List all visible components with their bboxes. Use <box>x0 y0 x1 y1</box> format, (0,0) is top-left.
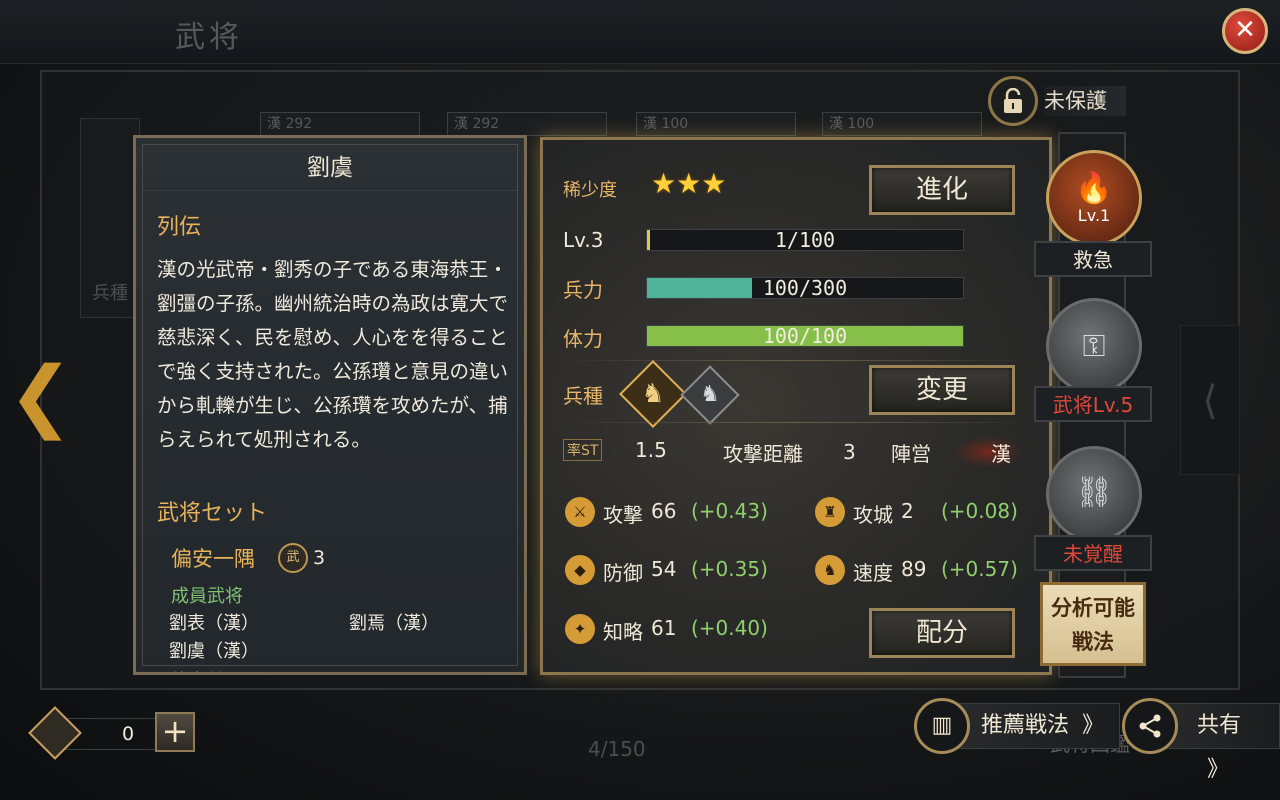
member-item: 劉虞（漢） <box>169 641 259 662</box>
star-icon: ★ <box>676 167 702 200</box>
troops-label: 兵力 <box>563 278 603 302</box>
sword-icon: ⚔ <box>565 497 595 527</box>
troops-bar: 100/300 <box>646 277 964 299</box>
attack-bonus: (+0.43) <box>691 499 768 523</box>
tactic-slot-1-label: 救急 <box>1034 241 1152 277</box>
chevron-right-icon: 》 <box>1082 713 1105 738</box>
stamina-bar-text: 100/100 <box>762 324 848 348</box>
set-heading: 武将セット <box>157 501 268 526</box>
shield-icon: ◆ <box>565 555 595 585</box>
page-count: 4/150 <box>588 737 646 761</box>
prev-arrow-icon[interactable]: ❮ <box>8 357 73 436</box>
rarity-label: 稀少度 <box>563 180 617 201</box>
divider <box>557 422 1037 423</box>
exp-bar-text: 1/100 <box>774 228 836 252</box>
cost-value: 1.5 <box>635 438 667 462</box>
chained-chest-icon: ⛓ <box>1074 475 1114 510</box>
defense-value: 54 <box>651 557 677 581</box>
range-label: 攻撃距離 <box>723 442 803 466</box>
background-left-card: 兵種 <box>80 118 140 318</box>
screen-title: 武将 <box>175 20 243 55</box>
troops-bar-text: 100/300 <box>762 276 848 300</box>
chevron-right-icon: 》 <box>1207 757 1230 782</box>
siege-bonus: (+0.08) <box>941 499 1018 523</box>
allocate-button[interactable]: 配分 <box>869 608 1015 658</box>
range-value: 3 <box>843 440 856 464</box>
faction-glow <box>953 436 1023 468</box>
cavalry-icon[interactable]: ♞ <box>619 360 687 428</box>
speed-value: 89 <box>901 557 927 581</box>
lock-label: 未保護 <box>1044 86 1126 116</box>
attack-value: 66 <box>651 499 677 523</box>
protect-toggle[interactable]: 未保護 <box>988 76 1138 126</box>
tactic-level: Lv.1 <box>1077 206 1111 225</box>
exp-bar: 1/100 <box>646 229 964 251</box>
biography-heading: 列伝 <box>157 215 202 240</box>
set-name: 偏安一隅 <box>171 547 255 571</box>
detail-panel: 稀少度 ★★★ 進化 Lv.3 1/100 兵力 100/300 体力 100/… <box>540 137 1052 675</box>
members-heading: 成員武将 <box>171 586 243 607</box>
change-button[interactable]: 変更 <box>869 365 1015 415</box>
biography-panel: 劉虞 列伝 漢の光武帝・劉秀の子である東海恭王・劉彊の子孫。幽州統治時の為政は寛… <box>133 135 527 675</box>
analysis-line-1: 分析可能 <box>1051 596 1135 620</box>
stamina-label: 体力 <box>563 327 603 351</box>
analysis-tactic-button[interactable]: 分析可能 戦法 <box>1040 582 1146 666</box>
add-currency-button[interactable]: + <box>155 712 195 752</box>
recommend-label: 推薦戦法 <box>981 713 1070 738</box>
speed-bonus: (+0.57) <box>941 557 1018 581</box>
cost-icon: 率ST <box>563 439 603 461</box>
intellect-label: 知略 <box>603 620 643 644</box>
level-label: Lv.3 <box>563 228 604 252</box>
castle-icon: ♜ <box>815 497 845 527</box>
horse-icon: ♞ <box>815 555 845 585</box>
background-card: 漢 100 <box>822 112 982 136</box>
tactic-slot-2-label: 武将Lv.5 <box>1034 386 1152 422</box>
attack-label: 攻撃 <box>603 503 643 527</box>
defense-bonus: (+0.35) <box>691 557 768 581</box>
tactic-slot-2[interactable]: ⚿ <box>1046 298 1142 394</box>
general-name: 劉虞 <box>143 145 517 191</box>
stamina-bar: 100/100 <box>646 325 964 347</box>
set-count: 3 <box>313 547 326 569</box>
tactic-slot-1[interactable]: 🔥 Lv.1 <box>1046 150 1142 246</box>
faction-label: 陣営 <box>891 442 931 466</box>
star-icon: ★ <box>701 167 727 200</box>
intellect-value: 61 <box>651 616 677 640</box>
shield-troop-icon[interactable]: ♞ <box>680 365 740 425</box>
fire-warrior-icon: 🔥 <box>1075 171 1113 206</box>
flame-icon: ✦ <box>565 614 595 644</box>
member-item: 劉焉（漢） <box>349 613 439 634</box>
helmet-icon <box>28 706 82 760</box>
lock-icon <box>988 76 1038 126</box>
faction-value: 漢 <box>991 442 1011 466</box>
siege-label: 攻城 <box>853 503 893 527</box>
locked-chest-icon: ⚿ <box>1082 329 1106 364</box>
book-icon: ▥ <box>914 698 970 754</box>
next-arrow-icon[interactable]: ⟨ <box>1180 325 1240 475</box>
evolve-button[interactable]: 進化 <box>869 165 1015 215</box>
share-label: 共有 <box>1197 713 1242 738</box>
tactic-slot-3-label: 未覚醒 <box>1034 535 1152 571</box>
speed-label: 速度 <box>853 561 893 585</box>
close-button[interactable]: ✕ <box>1222 8 1268 54</box>
background-card: 漢 292 <box>447 112 607 136</box>
member-item: 劉表（漢） <box>169 613 259 634</box>
divider <box>557 360 1037 361</box>
biography-text: 漢の光武帝・劉秀の子である東海恭王・劉彊の子孫。幽州統治時の為政は寛大で慈悲深く… <box>157 258 509 451</box>
ability-heading: 能力効果 <box>171 667 243 672</box>
defense-label: 防御 <box>603 561 643 585</box>
intellect-bonus: (+0.40) <box>691 616 768 640</box>
set-badge-icon: 武 <box>278 543 308 573</box>
rarity-stars: ★★★ <box>651 167 726 200</box>
troop-type-label: 兵種 <box>563 384 603 408</box>
siege-value: 2 <box>901 499 914 523</box>
share-icon <box>1122 698 1178 754</box>
star-icon: ★ <box>651 167 677 200</box>
analysis-line-2: 戦法 <box>1072 630 1114 654</box>
tactic-slot-3[interactable]: ⛓ <box>1046 446 1142 542</box>
background-card: 漢 292 <box>260 112 420 136</box>
background-card: 漢 100 <box>636 112 796 136</box>
